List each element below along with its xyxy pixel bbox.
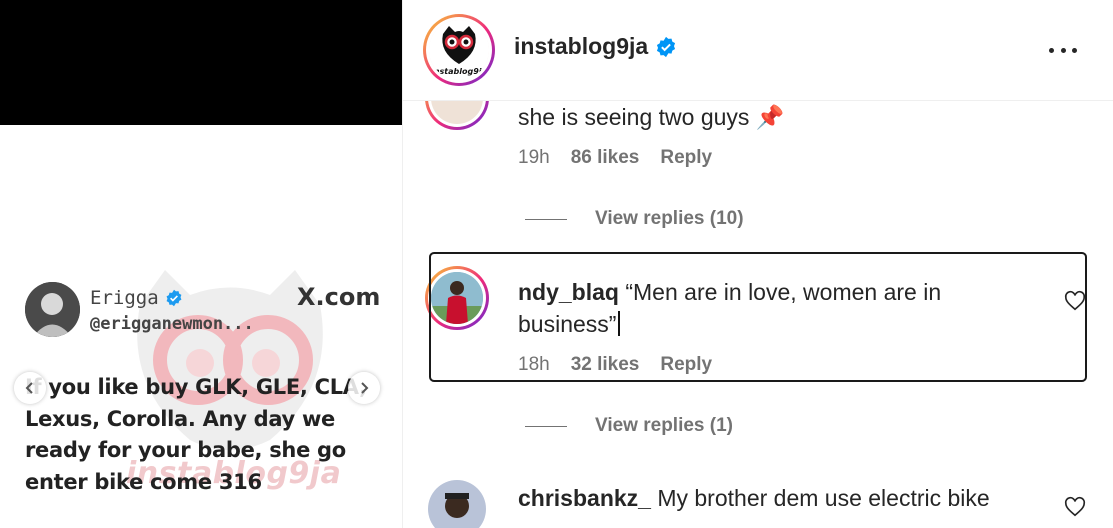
pushpin-icon: 📌 [755,104,785,130]
more-dot [1072,47,1077,53]
comment-time[interactable]: 18h [518,354,550,376]
post-header: instablog9ja instablog9ja [403,0,1113,101]
tweet-text: If you like buy GLK, GLE, CLA, Lexus, Co… [25,375,367,494]
x-logo-text: X.com [297,283,381,311]
comment-text: chrisbankz_ My brother dem use electric … [518,482,1048,514]
comment-username[interactable]: ndy_blaq [518,279,619,305]
like-heart-icon[interactable] [1064,290,1086,312]
reply-button[interactable]: Reply [660,354,712,376]
comment-meta: 19h 86 likes Reply [518,147,712,169]
comment-body: My brother dem use electric bike [657,485,990,511]
svg-text:instablog9ja: instablog9ja [431,67,487,76]
reply-button[interactable]: Reply [660,147,712,169]
more-dot [1060,47,1066,53]
next-media-button[interactable] [348,372,380,404]
comment-meta: 18h 32 likes Reply [518,354,712,376]
tweet-author-name: Erigga [90,287,183,309]
more-options-button[interactable] [1043,36,1083,64]
view-replies-label[interactable]: View replies (10) [595,208,744,230]
avatar-photo [428,480,486,528]
comment-likes[interactable]: 32 likes [571,354,640,376]
text-cursor [618,311,620,336]
comment-text: ndy_blaq “Men are in love, women are in … [518,276,1038,340]
more-dot [1049,47,1054,53]
comment-body: she is seeing two guys [518,104,750,130]
account-username-text[interactable]: instablog9ja [514,33,648,60]
account-avatar[interactable]: instablog9ja [423,14,495,86]
media-black-area [0,0,402,125]
view-replies-label[interactable]: View replies (1) [595,415,733,437]
view-replies-button[interactable]: View replies (1) [525,415,733,437]
comment-time[interactable]: 19h [518,147,550,169]
tweet-author-name-text: Erigga [90,287,159,309]
comment-text: she is seeing two guys 📌 [518,101,784,133]
verified-badge-icon [657,36,676,57]
chevron-left-icon [25,382,33,394]
view-replies-button[interactable]: View replies (10) [525,208,744,230]
replies-line [525,425,567,427]
owl-logo-icon: instablog9ja [429,20,489,80]
comment-body-line2: business” [518,311,617,337]
post-media[interactable]: instablog9ja Erigga @erigganewmon... X.c… [0,0,402,528]
replies-line [525,218,567,220]
tweet-author-handle: @erigganewmon... [90,314,254,334]
like-heart-icon[interactable] [1064,496,1086,518]
comment-body: “Men are in love, women are in [625,279,942,305]
comment-avatar[interactable] [428,480,486,528]
comment-likes[interactable]: 86 likes [571,147,640,169]
previous-media-button[interactable] [14,372,46,404]
chevron-right-icon [361,382,369,394]
comment-avatar[interactable] [425,266,489,330]
tweet-verified-icon [166,289,182,307]
avatar-photo [431,272,483,324]
tweet-author-avatar [25,282,80,337]
comment-username[interactable]: chrisbankz_ [518,485,651,511]
account-username[interactable]: instablog9ja [514,33,677,60]
